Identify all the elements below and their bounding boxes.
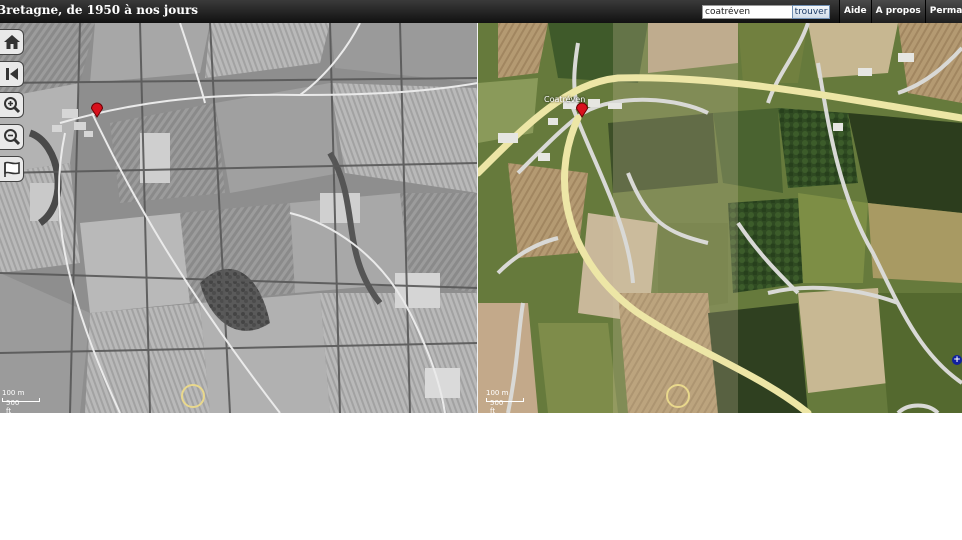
search-input[interactable]: [702, 5, 793, 19]
previous-view-button[interactable]: [0, 61, 24, 87]
zoom-out-icon: [3, 129, 20, 146]
scale-label-metric: 100 m: [486, 389, 509, 397]
scale-bar: 100 m 500 ft: [2, 389, 40, 413]
zoom-in-icon: [3, 97, 20, 114]
top-bar: Bretagne, de 1950 à nos jours trouver Ai…: [0, 0, 962, 23]
scale-label-imperial: 500 ft: [6, 399, 20, 413]
home-icon: [3, 35, 20, 49]
map-today[interactable]: Coatréven 100 m 500 ft: [478, 23, 962, 413]
locator-circle: [181, 384, 205, 408]
aerial-today-image: [478, 23, 962, 413]
back-icon: [5, 68, 18, 80]
search-button[interactable]: trouver: [792, 5, 830, 19]
app-title: Bretagne, de 1950 à nos jours: [0, 3, 199, 17]
layers-button[interactable]: [0, 156, 24, 182]
scale-label-metric: 100 m: [2, 389, 25, 397]
menu-aide[interactable]: Aide: [839, 0, 871, 23]
expand-panel-button[interactable]: +: [952, 355, 962, 365]
layers-icon: [3, 161, 20, 177]
zoom-out-button[interactable]: [0, 124, 24, 150]
zoom-in-button[interactable]: [0, 92, 24, 118]
menu-permalien[interactable]: Permalien: [924, 0, 962, 23]
scale-label-imperial: 500 ft: [490, 399, 504, 413]
aerial-1950-image: [0, 23, 478, 413]
locator-circle: [666, 384, 690, 408]
location-marker[interactable]: [575, 102, 589, 118]
top-menu: Aide A propos Permalien: [839, 0, 962, 23]
scale-bar: 100 m 500 ft: [486, 389, 524, 413]
menu-a-propos[interactable]: A propos: [870, 0, 925, 23]
location-marker[interactable]: [90, 102, 104, 118]
map-1950[interactable]: 100 m 500 ft: [0, 23, 478, 413]
home-button[interactable]: [0, 29, 24, 55]
